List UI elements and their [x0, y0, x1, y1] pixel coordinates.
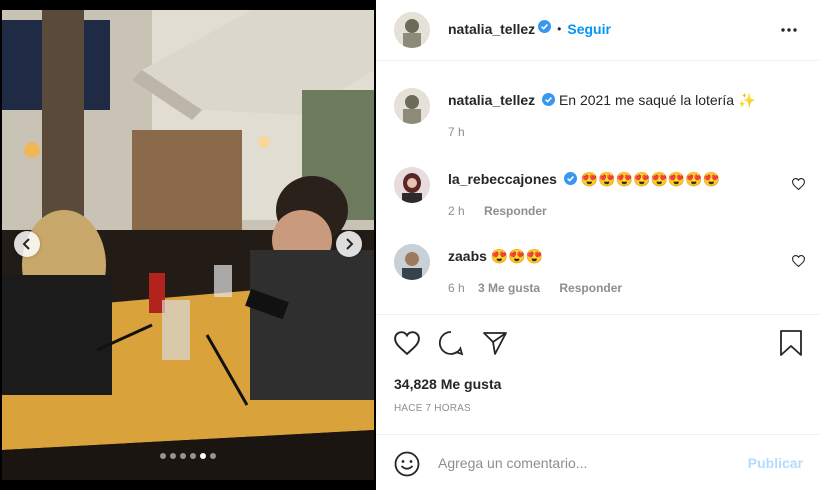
avatar-image	[394, 167, 430, 203]
comment-input[interactable]: Agrega un comentario...	[438, 455, 587, 471]
comment-meta: 2 h Responder	[448, 204, 547, 218]
post-header: natalia_tellez • Seguir	[376, 0, 819, 61]
avatar[interactable]	[394, 12, 430, 48]
avatar-image	[394, 88, 430, 124]
caption-avatar[interactable]	[394, 88, 430, 124]
likes-count[interactable]: 34,828 Me gusta	[394, 376, 501, 392]
carousel-dot	[170, 453, 176, 459]
comment-username[interactable]: zaabs	[448, 248, 487, 264]
comment-time[interactable]: 2 h	[448, 204, 465, 218]
chevron-left-icon	[22, 238, 30, 250]
caption-time[interactable]: 7 h	[448, 125, 465, 139]
comment-text: 😍😍😍😍😍😍😍😍	[580, 171, 721, 187]
carousel-dot	[180, 453, 186, 459]
caption-text: En 2021 me saqué la lotería ✨	[558, 92, 756, 108]
carousel-indicator	[0, 453, 376, 459]
follow-button[interactable]: Seguir	[567, 21, 611, 37]
post-time-ago[interactable]: HACE 7 HORAS	[394, 403, 471, 414]
carousel-dot	[190, 453, 196, 459]
heart-icon	[791, 178, 806, 191]
comment-likes[interactable]: 3 Me gusta	[478, 281, 540, 295]
smiley-icon	[394, 451, 420, 477]
comment-username[interactable]: la_rebeccajones	[448, 171, 557, 187]
carousel-dot	[200, 453, 206, 459]
comment-meta: 6 h 3 Me gusta Responder	[448, 281, 622, 295]
carousel-dot	[210, 453, 216, 459]
comment-text: 😍😍😍	[490, 248, 544, 264]
emoji-button[interactable]	[394, 451, 420, 482]
more-options-button[interactable]	[780, 21, 798, 44]
header-separator: •	[557, 22, 562, 36]
share-button[interactable]	[482, 330, 508, 361]
more-horizontal-icon	[781, 28, 797, 32]
carousel-next-button[interactable]	[336, 231, 362, 257]
header-username[interactable]: natalia_tellez	[448, 21, 535, 37]
comment-icon	[438, 331, 464, 356]
add-comment-bar: Agrega un comentario... Publicar	[376, 434, 819, 491]
save-button[interactable]	[779, 329, 803, 362]
post-photo[interactable]	[2, 10, 374, 480]
publish-button[interactable]: Publicar	[748, 455, 803, 471]
photo-illustration	[2, 10, 374, 480]
comment-button[interactable]	[438, 330, 464, 361]
carousel-prev-button[interactable]	[14, 231, 40, 257]
post-side-panel: natalia_tellez • Seguir natalia_tellez E…	[376, 0, 819, 490]
comment-like-button[interactable]	[791, 177, 806, 195]
post-actions	[376, 314, 819, 371]
avatar-image	[394, 12, 430, 48]
paper-plane-icon	[483, 332, 507, 355]
heart-icon	[394, 331, 420, 356]
comment-text-line: la_rebeccajones 😍😍😍😍😍😍😍😍	[448, 170, 720, 189]
caption-username[interactable]: natalia_tellez	[448, 92, 535, 108]
like-button[interactable]	[394, 331, 420, 360]
bookmark-icon	[780, 330, 802, 356]
avatar-image	[394, 244, 430, 280]
header-user-line: natalia_tellez • Seguir	[448, 20, 611, 38]
reply-button[interactable]: Responder	[484, 204, 547, 218]
post-photo-area	[0, 0, 376, 490]
comment-avatar[interactable]	[394, 167, 430, 203]
caption-text-line: natalia_tellez En 2021 me saqué la loter…	[448, 91, 798, 110]
chevron-right-icon	[346, 238, 354, 250]
reply-button[interactable]: Responder	[559, 281, 622, 295]
verified-badge-icon	[542, 92, 556, 110]
comment-text-line: zaabs 😍😍😍	[448, 247, 543, 265]
heart-icon	[791, 255, 806, 268]
comment-like-button[interactable]	[791, 254, 806, 272]
verified-badge-icon	[538, 20, 552, 38]
carousel-dot	[160, 453, 166, 459]
comment-time[interactable]: 6 h	[448, 281, 465, 295]
comment-avatar[interactable]	[394, 244, 430, 280]
verified-badge-icon	[563, 171, 577, 189]
